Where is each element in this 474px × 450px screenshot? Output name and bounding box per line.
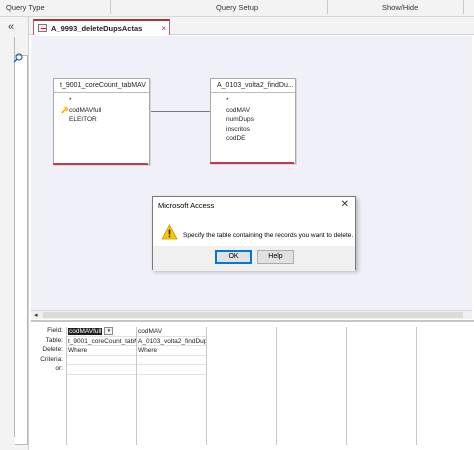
primary-key-icon: 🔑	[61, 107, 69, 114]
design-grid: Field: Table: Delete: Criteria: or: codM…	[31, 320, 474, 450]
help-button[interactable]: Help	[257, 250, 294, 264]
tab-delete-query[interactable]: A_9993_deleteDupsActas ×	[33, 19, 170, 35]
grid-cell-table[interactable]: A_0103_volta2_findDups	[137, 337, 206, 346]
ribbon-separator	[463, 0, 464, 14]
nav-object-list[interactable]	[15, 55, 28, 445]
row-label-delete: Delete:	[42, 346, 63, 353]
field-item[interactable]: numDups	[211, 115, 295, 125]
grid-columns: codMAVfull ▾ t_9001_coreCount_tabMAV Whe…	[66, 327, 470, 445]
ok-button[interactable]: OK	[215, 250, 252, 264]
scroll-thumb[interactable]	[43, 312, 463, 318]
field-item[interactable]: *	[211, 96, 295, 106]
scroll-left-icon[interactable]: ◂	[34, 311, 38, 319]
field-item[interactable]: codDE	[211, 134, 295, 144]
row-label-table: Table:	[45, 336, 63, 344]
field-item[interactable]: 🔑 codMAVfull	[54, 106, 149, 116]
ribbon-separator	[110, 0, 111, 14]
ribbon-group-show-hide: Show/Hide	[382, 3, 419, 12]
navigation-pane: «	[0, 17, 29, 450]
dropdown-arrow-icon[interactable]: ▾	[104, 327, 114, 336]
close-icon[interactable]: ✕	[341, 199, 349, 210]
field-item[interactable]: codMAV	[211, 106, 295, 116]
row-label-criteria: Criteria:	[40, 355, 63, 363]
grid-cell-or[interactable]	[137, 365, 206, 375]
row-label-field: Field:	[47, 327, 63, 334]
delete-query-icon	[38, 24, 47, 32]
table-box-accent	[210, 162, 294, 164]
field-item[interactable]: ELEITOR	[54, 115, 149, 125]
grid-column[interactable]	[207, 327, 277, 445]
ribbon-group-query-type: Query Type	[6, 3, 45, 12]
warning-icon	[161, 224, 178, 240]
ribbon-separator	[327, 0, 328, 14]
grid-column[interactable]	[277, 327, 347, 445]
grid-cell-table[interactable]: t_9001_coreCount_tabMAV	[67, 337, 136, 346]
table-box-a0103[interactable]: A_0103_volta2_findDu... * codMAV numDups…	[210, 78, 296, 164]
grid-cell-criteria[interactable]	[67, 356, 136, 365]
tab-close-icon[interactable]: ×	[161, 24, 166, 33]
field-item[interactable]: inscritos	[211, 125, 295, 135]
table-box-t9001[interactable]: t_9001_coreCount_tabMAV * 🔑 codMAVfull EL…	[53, 78, 150, 165]
grid-column[interactable]	[347, 327, 417, 445]
table-box-accent	[53, 163, 148, 165]
canvas-scrollbar[interactable]: ◂	[31, 310, 472, 319]
dialog-message: Specify the table containing the records…	[183, 232, 354, 239]
ribbon-group-labels: Query Type Query Setup Show/Hide	[0, 0, 474, 17]
table-box-title[interactable]: A_0103_volta2_findDu...	[211, 79, 295, 93]
row-label-or: or:	[55, 365, 63, 372]
grid-cell-delete[interactable]: Where	[137, 346, 206, 356]
grid-cell-or[interactable]	[67, 365, 136, 375]
document-tab-bar: A_9993_deleteDupsActas ×	[29, 17, 474, 35]
collapse-pane-icon[interactable]: «	[8, 21, 14, 33]
grid-cell-field[interactable]: codMAV	[137, 327, 206, 337]
grid-cell-field[interactable]: codMAVfull ▾	[67, 327, 136, 337]
ribbon-group-query-setup: Query Setup	[216, 3, 259, 12]
message-dialog: Microsoft Access ✕ Specify the table con…	[152, 196, 356, 271]
grid-column[interactable]: codMAV A_0103_volta2_findDups Where	[137, 327, 207, 445]
grid-column[interactable]: codMAVfull ▾ t_9001_coreCount_tabMAV Whe…	[67, 327, 137, 445]
table-box-title[interactable]: t_9001_coreCount_tabMAV	[54, 79, 149, 93]
search-icon[interactable]	[13, 53, 23, 66]
field-item[interactable]: *	[54, 96, 149, 106]
grid-row-labels: Field: Table: Delete: Criteria: or:	[31, 327, 65, 375]
dialog-title: Microsoft Access	[158, 201, 215, 210]
join-line[interactable]	[150, 111, 210, 112]
grid-cell-delete[interactable]: Where	[67, 346, 136, 356]
tab-title: A_9993_deleteDupsActas	[51, 23, 143, 33]
dialog-button-bar: OK Help	[153, 246, 355, 271]
grid-cell-criteria[interactable]	[137, 356, 206, 365]
